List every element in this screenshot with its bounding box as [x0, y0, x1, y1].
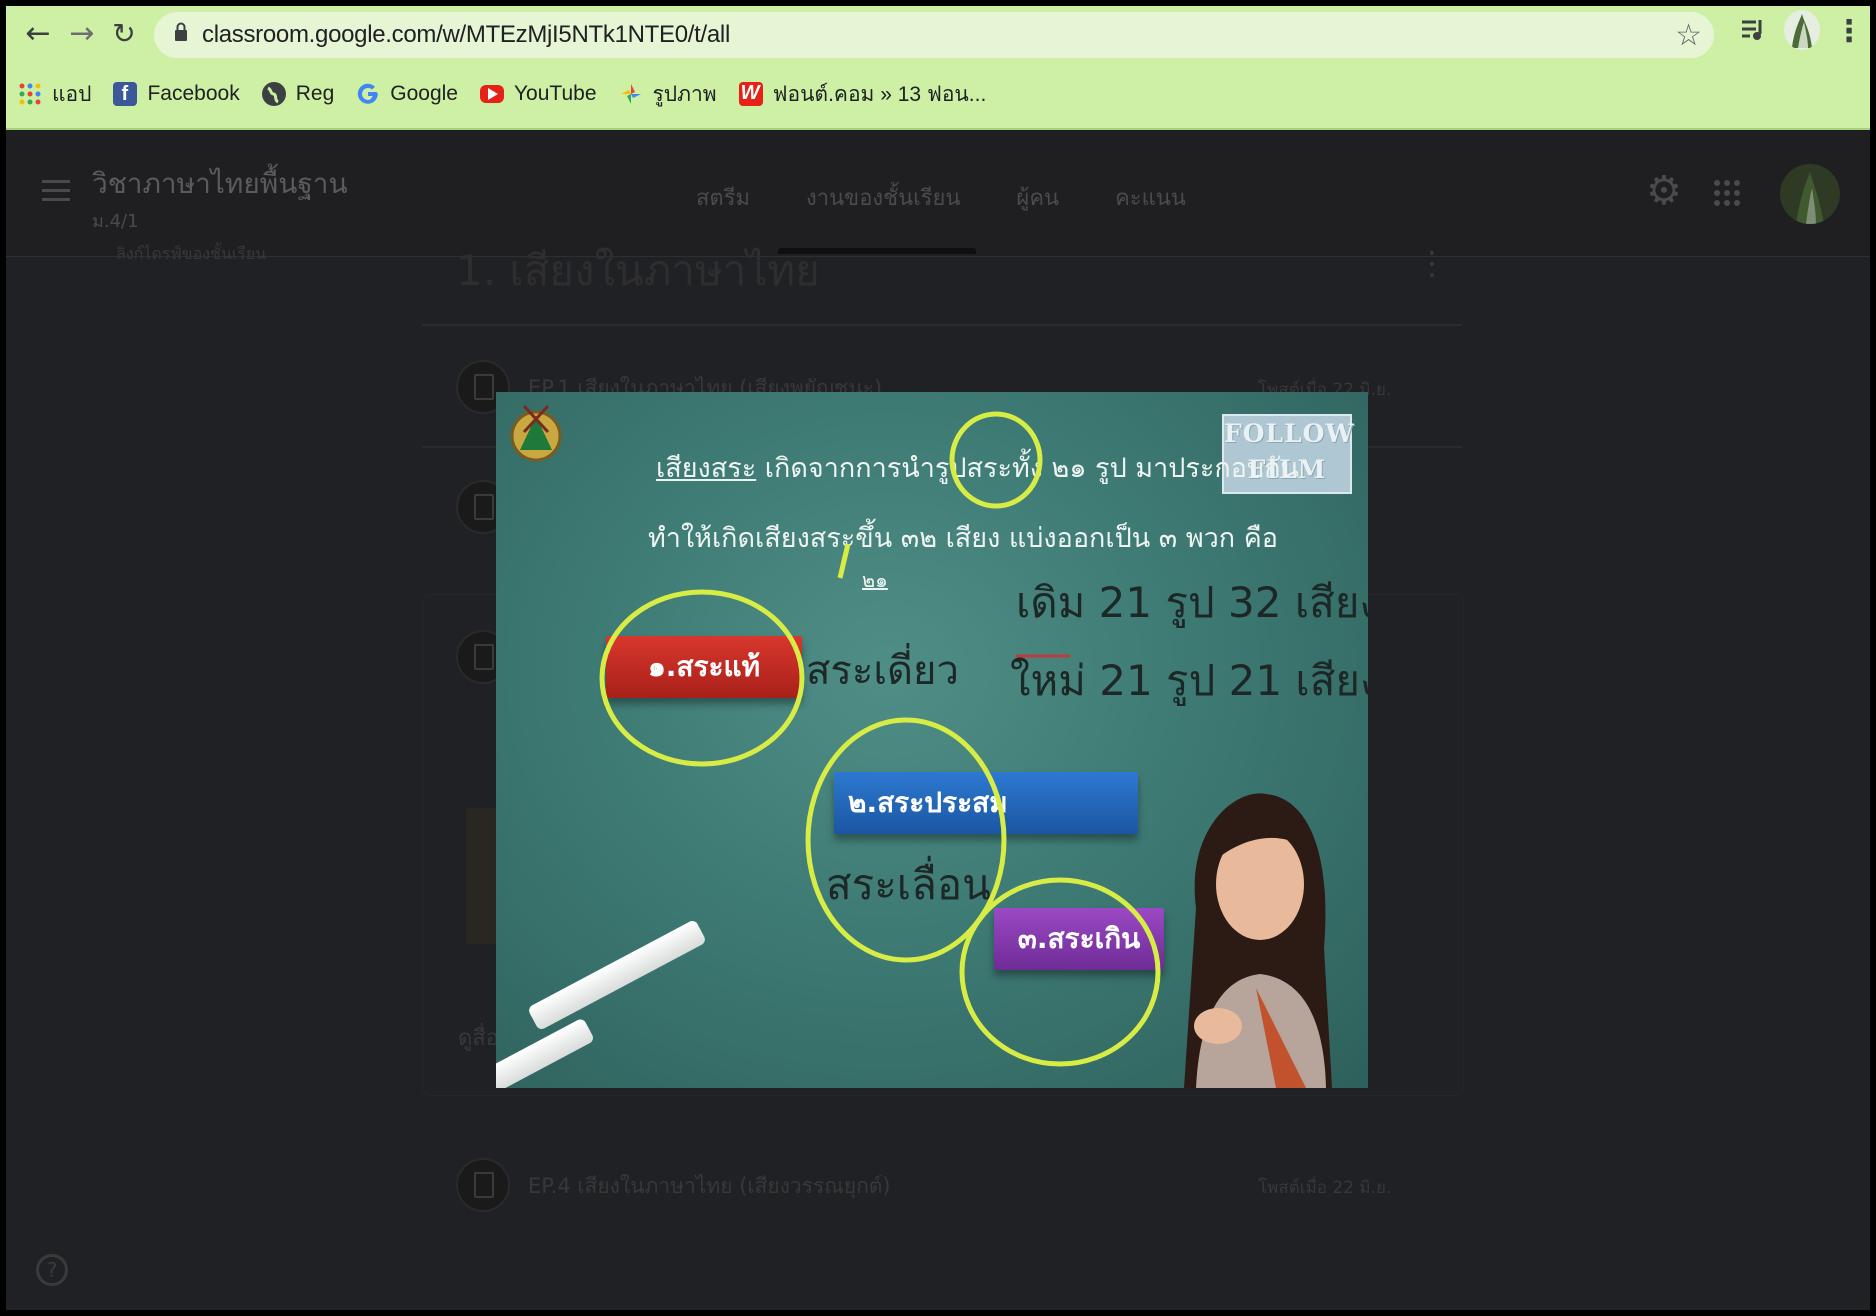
account-avatar[interactable] — [1780, 164, 1840, 224]
photos-icon — [619, 82, 643, 106]
topic-divider — [422, 324, 1462, 326]
f0nt-icon: W — [738, 82, 763, 106]
screen: ← → ↻ classroom.google.com/w/MTEzMjI5NTk… — [6, 6, 1870, 1310]
lock-icon — [175, 22, 187, 41]
bookmark-star-icon[interactable]: ☆ — [1675, 18, 1702, 53]
annotation-circle-21 — [949, 411, 1043, 509]
annotation-circle-saken — [959, 877, 1161, 1067]
help-icon[interactable]: ? — [36, 1254, 68, 1286]
forward-arrow-icon[interactable]: → — [64, 16, 100, 52]
class-drive-link[interactable]: ลิงก์ไดรฟ์ของชั้นเรียน — [116, 242, 266, 267]
bookmark-apps[interactable]: แอป — [18, 78, 91, 111]
bookmark-youtube[interactable]: YouTube — [479, 82, 597, 106]
url-text: classroom.google.com/w/MTEzMjI5NTk1NTE0/… — [202, 21, 730, 48]
bookmark-f0nt[interactable]: W ฟอนต์.คอม » 13 ฟอน... — [738, 78, 987, 111]
google-icon — [356, 82, 380, 106]
row-date: โพสต์เมื่อ 22 มิ.ย. — [1258, 1178, 1392, 1198]
youtube-icon — [479, 85, 504, 103]
reload-icon[interactable]: ↻ — [106, 16, 142, 52]
class-title[interactable]: วิชาภาษาไทยพื้นฐาน — [92, 162, 348, 206]
google-apps-icon[interactable] — [1712, 172, 1742, 218]
bookmark-label: Reg — [295, 82, 335, 105]
presenter-figure — [1184, 793, 1332, 1088]
tab-grades[interactable]: คะแนน — [1115, 180, 1186, 215]
class-section: ม.4/1 — [92, 211, 139, 232]
tab-stream[interactable]: สตรีม — [696, 180, 750, 215]
topic-title: 1. เสียงในภาษาไทย — [456, 246, 820, 295]
settings-gear-icon[interactable]: ⚙ — [1646, 168, 1682, 214]
attachment-thumbnail[interactable] — [466, 808, 496, 944]
classroom-header: วิชาภาษาไทยพื้นฐาน ม.4/1 สตรีม งานของชั้… — [6, 130, 1870, 257]
assignment-icon — [456, 1158, 510, 1212]
profile-avatar-icon[interactable] — [1784, 10, 1820, 50]
bookmark-label: แอป — [52, 82, 92, 106]
bookmark-google[interactable]: Google — [356, 82, 458, 106]
facebook-icon: f — [113, 82, 138, 106]
annotation-circle-sathae — [599, 589, 805, 767]
browser-toolbar: ← → ↻ classroom.google.com/w/MTEzMjI5NTk… — [6, 6, 1870, 130]
topic-more-icon[interactable]: ⋮ — [1416, 244, 1448, 282]
row-title[interactable]: EP.4 เสียงในภาษาไทย (เสียงวรรณยุกต์) — [528, 1170, 891, 1203]
bookmark-photos[interactable]: รูปภาพ — [619, 78, 717, 111]
hamburger-menu-icon[interactable] — [42, 180, 70, 207]
tab-people[interactable]: ผู้คน — [1016, 180, 1059, 215]
classroom-tabs: สตรีม งานของชั้นเรียน ผู้คน คะแนน — [696, 180, 1186, 215]
view-material-link[interactable]: ดูสื่อ — [458, 1020, 499, 1055]
apps-grid-icon — [18, 82, 42, 106]
bookmark-label: Facebook — [147, 82, 240, 105]
media-control-icon[interactable] — [1738, 14, 1768, 51]
address-bar[interactable]: classroom.google.com/w/MTEzMjI5NTk1NTE0/… — [154, 12, 1714, 58]
bookmark-facebook[interactable]: f Facebook — [113, 82, 240, 106]
bookmarks-bar: แอป f Facebook Reg Google YouTube รูปภาพ… — [18, 72, 1008, 116]
back-arrow-icon[interactable]: ← — [20, 16, 56, 52]
menu-kebab-icon[interactable]: ⋮ — [1834, 14, 1864, 49]
bookmark-reg[interactable]: Reg — [261, 82, 335, 106]
globe-icon — [261, 82, 286, 106]
bookmark-label: รูปภาพ — [652, 82, 717, 106]
tab-classwork[interactable]: งานของชั้นเรียน — [806, 180, 960, 215]
video-player[interactable]: FOLLOW FILM เสียงสระ เกิดจากการนำรูปสระท… — [496, 392, 1368, 1088]
annotation-tick — [837, 543, 851, 579]
bookmark-label: ฟอนต์.คอม » 13 ฟอน... — [772, 82, 987, 106]
bookmark-label: YouTube — [513, 82, 597, 105]
bookmark-label: Google — [390, 82, 458, 105]
